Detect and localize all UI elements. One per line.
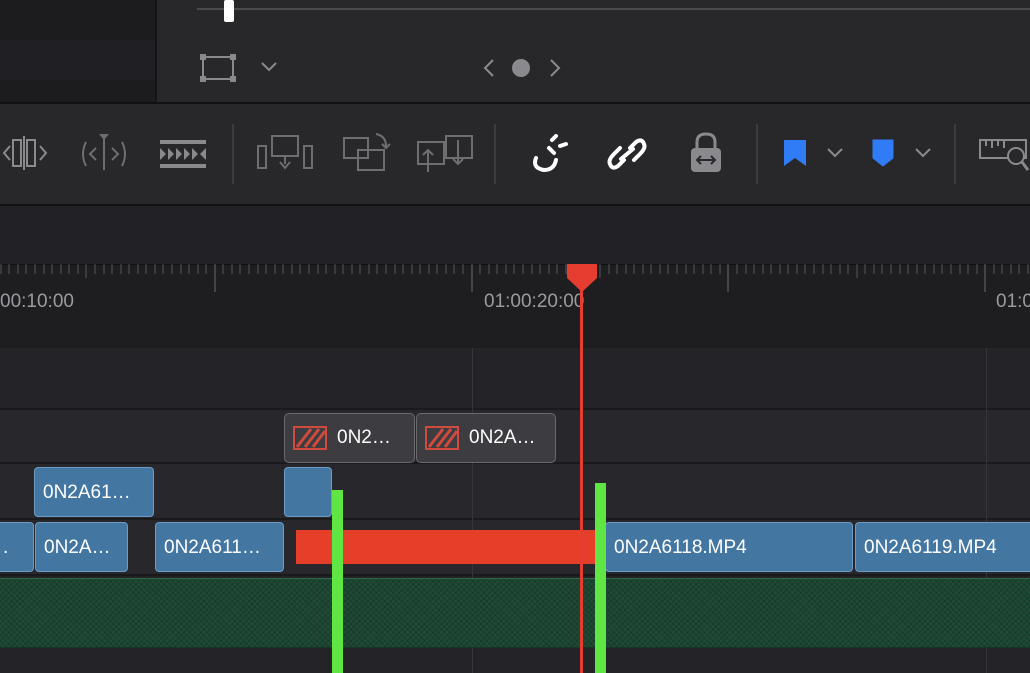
ruler-ticks: [0, 264, 1029, 292]
video-clip[interactable]: 0N2A6119.MP4: [855, 522, 1030, 572]
clip-label: 0N2A…: [44, 536, 111, 558]
blade-trim-icon[interactable]: [78, 132, 130, 172]
video-clip[interactable]: 0N2A…: [35, 522, 128, 572]
video-clip[interactable]: .: [0, 522, 34, 572]
toolbar-separator: [232, 124, 234, 184]
video-clip[interactable]: 0N2A61…: [34, 467, 154, 517]
timecode-label: 01:00:20:00: [484, 291, 585, 312]
offline-clip[interactable]: 0N2A…: [416, 413, 556, 463]
track-a2[interactable]: [0, 646, 1030, 673]
transform-rect-icon[interactable]: [200, 54, 236, 82]
offline-media-icon: [293, 426, 327, 450]
audio-clip[interactable]: [0, 578, 1030, 648]
chevron-left-icon[interactable]: [478, 56, 500, 80]
linked-selection-icon[interactable]: [606, 134, 648, 174]
offline-media-icon: [425, 426, 459, 450]
video-clip[interactable]: 0N2A611…: [155, 522, 284, 572]
timecode-label: 00:10:00: [0, 291, 74, 312]
video-clip[interactable]: 0N2A6118.MP4: [605, 522, 853, 572]
chevron-down-icon[interactable]: [912, 142, 934, 164]
clip-label: .: [3, 536, 9, 558]
offline-clip[interactable]: 0N2…: [284, 413, 415, 463]
dynamic-trim-icon[interactable]: [0, 134, 52, 172]
zoom-ruler-icon[interactable]: [978, 134, 1030, 174]
playhead-line[interactable]: [580, 282, 583, 673]
position-lock-icon[interactable]: [688, 132, 724, 174]
toolbar-separator: [954, 124, 956, 184]
insert-clip-icon[interactable]: [256, 132, 314, 174]
replace-clip-icon[interactable]: [414, 130, 476, 176]
viewer-scrub-bar[interactable]: [197, 8, 1030, 10]
marker-icon[interactable]: [870, 138, 896, 168]
playhead-icon[interactable]: [565, 264, 599, 294]
timeline-header-space: [0, 206, 1030, 264]
timecode-label: 01:0: [996, 291, 1030, 312]
toolbar-separator: [494, 124, 496, 184]
clip-label: 0N2…: [337, 427, 391, 448]
clip-label: 0N2A…: [469, 427, 536, 448]
razor-blade-icon[interactable]: [158, 138, 208, 170]
track-v4[interactable]: [0, 348, 1030, 408]
track-divider: [0, 574, 1030, 576]
chevron-down-icon[interactable]: [824, 142, 846, 164]
edit-point-marker-out[interactable]: [595, 483, 606, 673]
page-dot-icon[interactable]: [512, 59, 530, 77]
edit-point-marker-in[interactable]: [332, 490, 343, 673]
viewer-scrub-handle[interactable]: [224, 0, 234, 22]
chevron-down-icon[interactable]: [258, 56, 280, 78]
clip-label: 0N2A61…: [43, 481, 131, 503]
clip-label: 0N2A6118.MP4: [614, 536, 747, 558]
chevron-right-icon[interactable]: [544, 56, 566, 80]
overwrite-clip-icon[interactable]: [340, 130, 392, 174]
track-v2[interactable]: [0, 464, 1030, 518]
viewer-sidebar-band: [0, 40, 156, 80]
snapping-magnet-icon[interactable]: [528, 134, 570, 174]
toolbar-separator: [756, 124, 758, 184]
viewer-controls-panel: [157, 0, 1030, 102]
video-clip[interactable]: [284, 467, 332, 517]
flag-icon[interactable]: [782, 138, 808, 168]
clip-label: 0N2A6119.MP4: [864, 536, 997, 558]
clip-label: 0N2A611…: [164, 536, 261, 558]
